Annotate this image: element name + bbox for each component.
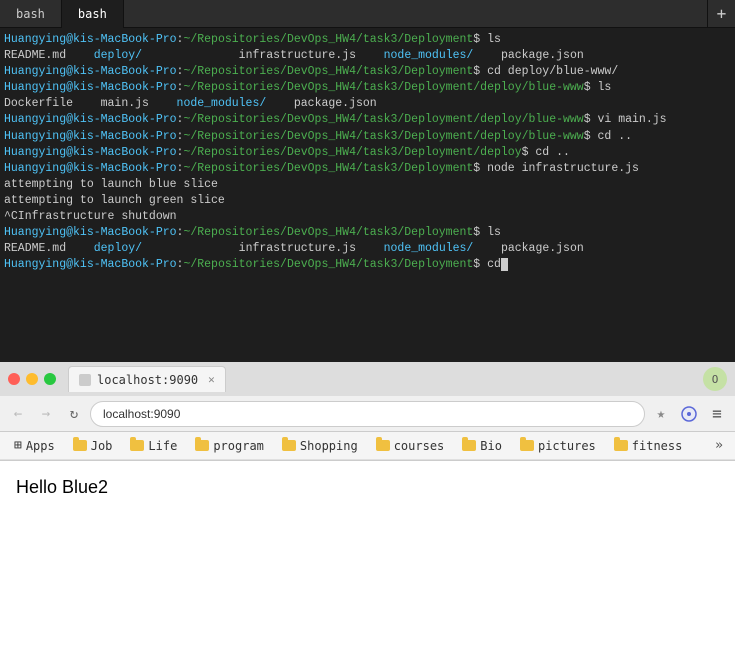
bookmark-bio-label: Bio: [480, 439, 502, 453]
bookmarks-bar: ⊞ Apps Job Life program Shopping cour: [0, 432, 735, 460]
browser-tab-label: localhost:9090: [97, 373, 198, 387]
browser-tab-close[interactable]: ✕: [208, 373, 215, 386]
forward-button[interactable]: →: [34, 402, 58, 426]
bookmark-life-label: Life: [148, 439, 177, 453]
terminal-line: Huangying@kis-MacBook-Pro:~/Repositories…: [4, 64, 731, 80]
tab-favicon-icon: [79, 374, 91, 386]
bookmark-pictures[interactable]: pictures: [512, 437, 604, 455]
bookmark-pictures-label: pictures: [538, 439, 596, 453]
folder-icon: [195, 440, 209, 451]
bookmark-shopping-label: Shopping: [300, 439, 358, 453]
bookmark-apps-label: Apps: [26, 439, 55, 453]
bookmark-star-icon[interactable]: ★: [649, 402, 673, 426]
terminal-line: attempting to launch green slice: [4, 193, 731, 209]
browser-tab[interactable]: localhost:9090 ✕: [68, 366, 226, 392]
terminal-tab-2-label: bash: [78, 7, 107, 21]
terminal-line: README.md deploy/ infrastructure.js node…: [4, 241, 731, 257]
terminal-tab-1[interactable]: bash: [0, 0, 62, 28]
window-maximize-button[interactable]: [44, 373, 56, 385]
page-heading: Hello Blue2: [16, 477, 719, 498]
terminal-line: Huangying@kis-MacBook-Pro:~/Repositories…: [4, 257, 731, 273]
bookmarks-more-button[interactable]: »: [709, 436, 729, 455]
back-button[interactable]: ←: [6, 402, 30, 426]
browser-container: localhost:9090 ✕ O ← → ↻ ★: [0, 362, 735, 653]
folder-icon: [462, 440, 476, 451]
terminal-line: Huangying@kis-MacBook-Pro:~/Repositories…: [4, 161, 731, 177]
browser-tab-row: localhost:9090 ✕ O: [0, 362, 735, 396]
terminal-tab-bar: bash bash +: [0, 0, 735, 28]
bookmark-job-label: Job: [91, 439, 113, 453]
window-controls: [8, 373, 56, 385]
folder-icon: [376, 440, 390, 451]
bookmark-bio[interactable]: Bio: [454, 437, 510, 455]
window-close-button[interactable]: [8, 373, 20, 385]
address-bar-row: ← → ↻ ★ ≡: [0, 396, 735, 432]
terminal-line: Huangying@kis-MacBook-Pro:~/Repositories…: [4, 129, 731, 145]
bookmark-courses-label: courses: [394, 439, 445, 453]
refresh-button[interactable]: ↻: [62, 402, 86, 426]
terminal-tab-2[interactable]: bash: [62, 0, 124, 28]
folder-icon: [73, 440, 87, 451]
terminal-output[interactable]: Huangying@kis-MacBook-Pro:~/Repositories…: [0, 28, 735, 362]
terminal-line: ^CInfrastructure shutdown: [4, 209, 731, 225]
address-bar-input[interactable]: [90, 401, 645, 427]
terminal-add-tab-button[interactable]: +: [707, 0, 735, 28]
terminal-line: Huangying@kis-MacBook-Pro:~/Repositories…: [4, 80, 731, 96]
terminal-line: attempting to launch blue slice: [4, 177, 731, 193]
bookmark-fitness-label: fitness: [632, 439, 683, 453]
bookmark-program-label: program: [213, 439, 264, 453]
bookmark-shopping[interactable]: Shopping: [274, 437, 366, 455]
extensions-icon[interactable]: [677, 402, 701, 426]
terminal-line: Huangying@kis-MacBook-Pro:~/Repositories…: [4, 112, 731, 128]
browser-user-avatar[interactable]: O: [703, 367, 727, 391]
terminal-line: README.md deploy/ infrastructure.js node…: [4, 48, 731, 64]
terminal-line: Huangying@kis-MacBook-Pro:~/Repositories…: [4, 225, 731, 241]
bookmark-life[interactable]: Life: [122, 437, 185, 455]
browser-page-content: Hello Blue2: [0, 461, 735, 653]
terminal-line: Dockerfile main.js node_modules/ package…: [4, 96, 731, 112]
terminal-tab-1-label: bash: [16, 7, 45, 21]
browser-chrome: localhost:9090 ✕ O ← → ↻ ★: [0, 362, 735, 461]
folder-icon: [130, 440, 144, 451]
browser-user-initial: O: [712, 373, 719, 386]
window-minimize-button[interactable]: [26, 373, 38, 385]
terminal-container: bash bash + Huangying@kis-MacBook-Pro:~/…: [0, 0, 735, 362]
bookmark-fitness[interactable]: fitness: [606, 437, 691, 455]
bookmark-apps[interactable]: ⊞ Apps: [6, 436, 63, 455]
folder-icon: [282, 440, 296, 451]
bookmark-courses[interactable]: courses: [368, 437, 453, 455]
bookmark-program[interactable]: program: [187, 437, 272, 455]
folder-icon: [520, 440, 534, 451]
menu-icon[interactable]: ≡: [705, 402, 729, 426]
bookmark-job[interactable]: Job: [65, 437, 121, 455]
terminal-line: Huangying@kis-MacBook-Pro:~/Repositories…: [4, 32, 731, 48]
folder-icon: [614, 440, 628, 451]
terminal-line: Huangying@kis-MacBook-Pro:~/Repositories…: [4, 145, 731, 161]
